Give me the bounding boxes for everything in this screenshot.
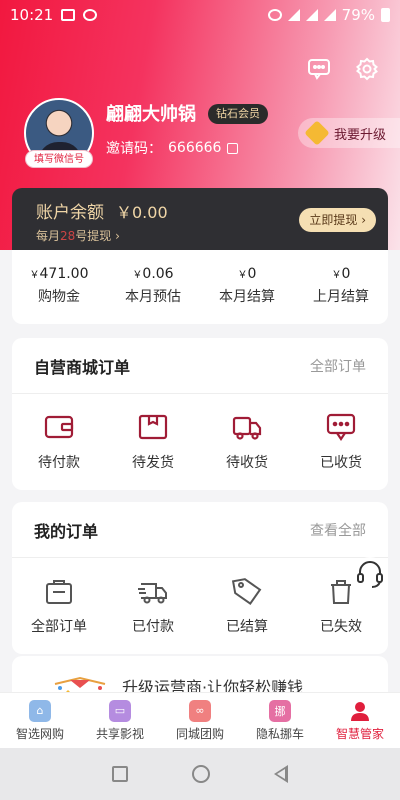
tab-smart-shopping[interactable]: ⌂ 智选网购 [0,693,80,748]
tab-smart-butler[interactable]: 智慧管家 [320,693,400,748]
tab-private-car-move[interactable]: 挪 隐私挪车 [240,693,320,748]
truck-icon [232,416,262,440]
headset-icon [353,557,387,591]
home-icon: ⌂ [29,699,51,722]
signal-icon-2 [323,9,336,21]
recent-apps-button[interactable] [112,766,128,782]
alarm-icon [83,9,98,21]
mall-orders-title: 自营商城订单 [34,357,131,377]
stat-month-settled[interactable]: ￥0 本月结算 [200,250,294,324]
my-orders-title: 我的订单 [34,521,99,541]
bag-icon [46,580,72,604]
member-badge: 钻石会员 [208,104,268,124]
my-order-settled[interactable]: 已结算 [200,558,294,654]
back-button[interactable] [274,765,288,783]
chat-icon [308,59,330,80]
my-order-paid[interactable]: 已付款 [106,558,200,654]
user-icon [349,700,371,722]
car-icon: 挪 [269,699,291,722]
copy-icon[interactable] [227,142,239,154]
message-button[interactable] [306,56,332,82]
balance-card: 账户余额 ￥0.00 每月28号提现 › 立即提现 › [12,188,388,250]
system-nav-bar [0,748,400,800]
order-pending-receipt[interactable]: 待收货 [200,394,294,490]
wifi-icon [287,9,300,21]
package-icon [138,414,168,440]
my-order-all[interactable]: 全部订单 [12,558,106,654]
balance-title: 账户余额 [36,203,104,223]
order-received[interactable]: 已收货 [294,394,388,490]
signal-icon [305,9,318,21]
stat-last-month-settled[interactable]: ￥0 上月结算 [294,250,388,324]
message-icon [326,413,356,441]
tag-icon [231,578,262,606]
mall-orders-card: 自营商城订单 全部订单 待付款 待发货 待收货 已收货 [12,338,388,490]
battery-percent: 79% [341,6,375,24]
tab-local-group-buy[interactable]: ∞ 同城团购 [160,693,240,748]
withdraw-button[interactable]: 立即提现 › [299,208,376,232]
delivery-icon [138,583,167,604]
order-pending-shipment[interactable]: 待发货 [106,394,200,490]
tv-icon: ▭ [109,699,131,722]
view-all-link[interactable]: 查看全部 [310,520,366,540]
user-name: 翩翩大帅锅 [106,104,196,125]
status-bar: 10:21 79% [0,0,400,30]
link-icon: ∞ [189,699,211,722]
invite-code-row: 邀请码： 666666 [106,138,239,158]
upgrade-label: 我要升级 [334,127,387,143]
status-time: 10:21 [10,6,54,24]
stat-shopping-gold[interactable]: ￥471.00 购物金 [12,250,106,324]
order-pending-payment[interactable]: 待付款 [12,394,106,490]
stats-card: ￥471.00 购物金 ￥0.06 本月预估 ￥0 本月结算 ￥0 上月结算 [12,250,388,324]
upgrade-button[interactable]: 我要升级 [298,118,400,148]
wallet-icon [44,415,74,439]
invite-code: 666666 [168,140,222,156]
balance-amount: ￥0.00 [116,203,168,222]
bottom-tab-bar: ⌂ 智选网购 ▭ 共享影视 ∞ 同城团购 挪 隐私挪车 智慧管家 [0,692,400,748]
diamond-icon [304,120,330,146]
tab-shared-video[interactable]: ▭ 共享影视 [80,693,160,748]
all-orders-link[interactable]: 全部订单 [310,356,366,376]
fill-wechat-tag[interactable]: 填写微信号 [25,150,93,168]
my-orders-card: 我的订单 查看全部 全部订单 已付款 已结算 已失效 [12,502,388,654]
stat-month-estimate[interactable]: ￥0.06 本月预估 [106,250,200,324]
battery-icon [381,8,390,22]
settings-button[interactable] [354,56,380,82]
alarm-icon [267,9,282,21]
invite-label: 邀请码： [106,141,162,157]
image-notification-icon [61,9,76,21]
customer-service-button[interactable] [352,556,388,592]
home-button[interactable] [192,765,210,783]
gear-icon [356,57,378,81]
